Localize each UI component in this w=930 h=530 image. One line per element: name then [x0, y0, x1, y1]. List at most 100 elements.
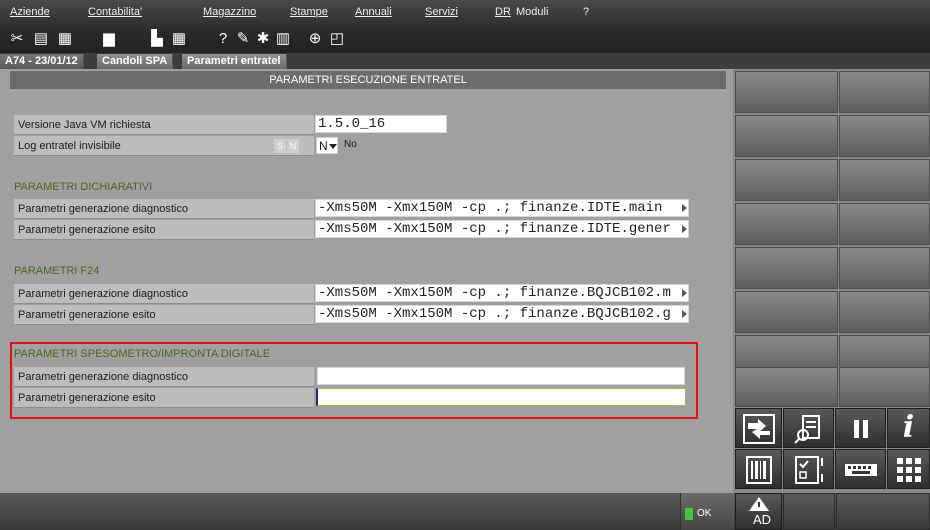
- barcode-button[interactable]: [735, 449, 782, 489]
- f24-diag-row: Parametri generazione diagnostico: [14, 284, 314, 304]
- form-panel: PARAMETRI ESECUZIONE ENTRATEL Versione J…: [0, 69, 733, 493]
- dich-esito-field[interactable]: -Xms50M -Xmx150M -cp .; finanze.IDTE.gen…: [315, 220, 689, 238]
- function-button[interactable]: [735, 71, 838, 113]
- f24-esito-value: -Xms50M -Xmx150M -cp .; finanze.BQJCB102…: [318, 306, 671, 322]
- dich-esito-value: -Xms50M -Xmx150M -cp .; finanze.IDTE.gen…: [318, 221, 671, 237]
- ok-label: OK: [697, 508, 712, 519]
- function-button[interactable]: [735, 203, 838, 245]
- java-version-row: Versione Java VM richiesta: [14, 115, 314, 135]
- log-option-s[interactable]: S: [274, 139, 286, 153]
- log-option-n[interactable]: N: [287, 139, 299, 153]
- help-icon[interactable]: ?: [214, 31, 232, 47]
- ad-label: AD: [753, 512, 772, 527]
- menu-contabilita[interactable]: Contabilita': [88, 6, 142, 18]
- checklist-icon: [794, 456, 823, 484]
- breadcrumb-page: Parametri entratel: [182, 54, 287, 69]
- function-button[interactable]: [839, 159, 930, 201]
- function-button[interactable]: [836, 493, 930, 530]
- scroll-right-icon: [682, 310, 687, 318]
- java-version-field[interactable]: 1.5.0_16: [315, 115, 447, 133]
- scroll-right-icon: [682, 204, 687, 212]
- calculator-icon[interactable]: ▙: [148, 31, 166, 47]
- menu-servizi[interactable]: Servizi: [425, 6, 458, 18]
- function-button[interactable]: [735, 367, 838, 407]
- pause-icon: [853, 420, 868, 438]
- breadcrumb: A74 - 23/01/12 Candoli SPA Parametri ent…: [0, 53, 930, 69]
- dich-diag-field[interactable]: -Xms50M -Xmx150M -cp .; finanze.IDTE.mai…: [315, 199, 689, 217]
- document-search-button[interactable]: [783, 408, 834, 448]
- menu-annuali[interactable]: Annuali: [355, 6, 392, 18]
- function-button[interactable]: [735, 115, 838, 157]
- window-icon[interactable]: ◰: [328, 31, 346, 47]
- menu-stampe[interactable]: Stampe: [290, 6, 328, 18]
- highlight-box: [10, 342, 698, 419]
- edit-icon[interactable]: ✎: [234, 31, 252, 47]
- menu-help[interactable]: ?: [583, 6, 589, 18]
- menu-aziende[interactable]: Aziende: [10, 6, 50, 18]
- dich-diag-value: -Xms50M -Xmx150M -cp .; finanze.IDTE.mai…: [318, 200, 663, 216]
- copy-icon[interactable]: ▤: [32, 31, 50, 47]
- function-button[interactable]: [839, 203, 930, 245]
- scroll-right-icon: [682, 225, 687, 233]
- function-button[interactable]: [839, 71, 930, 113]
- info-button[interactable]: i: [887, 408, 930, 448]
- f24-esito-label: Parametri generazione esito: [18, 309, 156, 321]
- f24-diag-value: -Xms50M -Xmx150M -cp .; finanze.BQJCB102…: [318, 285, 671, 301]
- checklist-button[interactable]: [783, 449, 834, 489]
- menu-magazzino[interactable]: Magazzino: [203, 6, 256, 18]
- function-button[interactable]: [839, 367, 930, 407]
- log-entratel-value: N: [319, 139, 328, 153]
- keyboard-button[interactable]: [835, 449, 886, 489]
- menu-bar: Aziende Contabilita' Magazzino Stampe An…: [0, 0, 930, 53]
- info-icon: i: [902, 410, 915, 445]
- function-button[interactable]: [735, 247, 838, 289]
- f24-esito-field[interactable]: -Xms50M -Xmx150M -cp .; finanze.BQJCB102…: [315, 305, 689, 323]
- bottom-bar: OK AD: [0, 493, 930, 530]
- function-button[interactable]: [735, 159, 838, 201]
- apps-button[interactable]: [887, 449, 930, 489]
- dich-diag-row: Parametri generazione diagnostico: [14, 199, 314, 219]
- transfer-icon: [742, 414, 775, 444]
- warning-ad-icon: [749, 497, 769, 511]
- f24-diag-label: Parametri generazione diagnostico: [18, 288, 188, 300]
- menu-moduli[interactable]: Moduli: [516, 6, 548, 18]
- dich-diag-label: Parametri generazione diagnostico: [18, 203, 188, 215]
- side-panel: i: [733, 69, 930, 493]
- f24-esito-row: Parametri generazione esito: [14, 305, 314, 325]
- log-entratel-desc: No: [344, 139, 357, 150]
- java-version-label: Versione Java VM richiesta: [18, 119, 151, 131]
- warning-ad-button[interactable]: AD: [735, 493, 782, 530]
- function-button[interactable]: [783, 493, 835, 530]
- breadcrumb-company: Candoli SPA: [97, 54, 174, 69]
- grid-icon[interactable]: ▦: [170, 31, 188, 47]
- document-search-icon: [793, 415, 820, 444]
- breadcrumb-company-date: A74 - 23/01/12: [0, 54, 84, 69]
- dich-esito-row: Parametri generazione esito: [14, 220, 314, 240]
- function-button[interactable]: [839, 247, 930, 289]
- print-icon[interactable]: ▆: [100, 31, 118, 47]
- function-button[interactable]: [735, 291, 838, 333]
- plus-icon[interactable]: ⊕: [306, 31, 324, 47]
- paste-icon[interactable]: ▦: [56, 31, 74, 47]
- dich-esito-label: Parametri generazione esito: [18, 224, 156, 236]
- table-icon[interactable]: ▥: [274, 31, 292, 47]
- pause-button[interactable]: [835, 408, 886, 448]
- section-dichiarativi: PARAMETRI DICHIARATIVI: [14, 181, 153, 193]
- form-title: PARAMETRI ESECUZIONE ENTRATEL: [10, 71, 726, 89]
- tools-icon[interactable]: ✱: [254, 31, 272, 47]
- transfer-button[interactable]: [735, 408, 782, 448]
- ok-button[interactable]: OK: [680, 493, 734, 530]
- log-entratel-label: Log entratel invisibile: [18, 140, 121, 152]
- function-button[interactable]: [839, 291, 930, 333]
- chevron-down-icon[interactable]: [329, 144, 337, 149]
- log-entratel-select[interactable]: N: [316, 137, 338, 154]
- scroll-right-icon: [682, 289, 687, 297]
- section-f24: PARAMETRI F24: [14, 265, 100, 277]
- scissors-icon[interactable]: ✂: [8, 31, 26, 47]
- menu-dr[interactable]: DR: [495, 6, 511, 18]
- f24-diag-field[interactable]: -Xms50M -Xmx150M -cp .; finanze.BQJCB102…: [315, 284, 689, 302]
- function-button[interactable]: [839, 115, 930, 157]
- barcode-icon: [745, 456, 772, 484]
- ok-indicator-icon: [685, 508, 693, 520]
- log-entratel-row: Log entratel invisibile S N: [14, 136, 314, 156]
